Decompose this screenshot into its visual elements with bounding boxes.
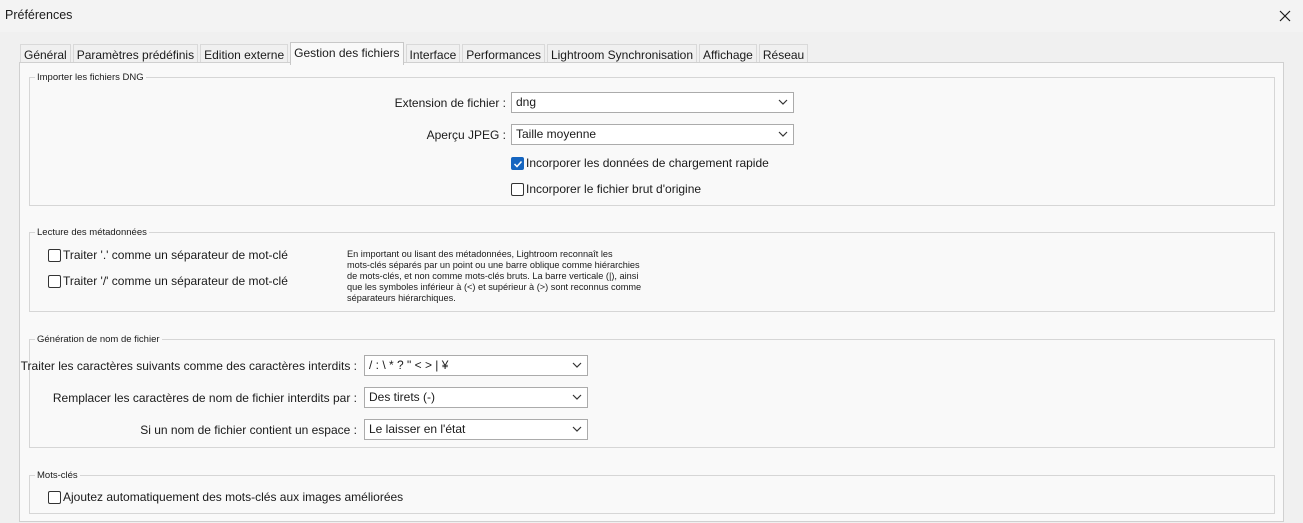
auto-keywords-checkbox[interactable]: Ajoutez automatiquement des mots-clés au… <box>48 490 403 504</box>
checkbox-unchecked[interactable] <box>48 248 61 262</box>
title-bar: Préférences <box>0 0 1303 32</box>
space-handling-label: Si un nom de fichier contient un espace … <box>140 423 357 437</box>
jpeg-preview-value: Taille moyenne <box>516 127 597 141</box>
file-extension-value: dng <box>516 95 537 109</box>
embed-raw-checkbox[interactable]: Incorporer le fichier brut d'origine <box>511 182 701 196</box>
chevron-down-icon <box>572 362 582 368</box>
filename-group-label: Génération de nom de fichier <box>35 334 162 346</box>
chevron-down-icon <box>778 99 788 105</box>
replace-chars-select[interactable]: Des tirets (-) <box>364 387 588 408</box>
window-title: Préférences <box>5 8 73 22</box>
file-handling-panel: Importer les fichiers DNG Extension de f… <box>19 62 1284 522</box>
tab-file-handling[interactable]: Gestion des fichiers <box>290 42 404 65</box>
slash-separator-label: Traiter '/' comme un séparateur de mot-c… <box>63 274 288 288</box>
embed-raw-label: Incorporer le fichier brut d'origine <box>526 182 702 196</box>
replace-chars-label: Remplacer les caractères de nom de fichi… <box>52 391 357 405</box>
fast-load-label: Incorporer les données de chargement rap… <box>526 156 769 170</box>
close-icon <box>1279 10 1291 22</box>
checkbox-checked[interactable] <box>511 156 524 170</box>
space-handling-select[interactable]: Le laisser en l'état <box>364 419 588 440</box>
space-handling-value: Le laisser en l'état <box>369 422 466 436</box>
illegal-chars-value: / : \ * ? " < > | ¥ <box>369 358 449 372</box>
checkbox-unchecked[interactable] <box>48 490 61 504</box>
description-line: de mots-clés, et non comme mots-clés bru… <box>347 271 639 281</box>
tab-strip: Général Paramètres prédéfinis Edition ex… <box>20 42 810 65</box>
description-line: séparateurs hiérarchiques. <box>347 293 456 303</box>
keywords-group-label: Mots-clés <box>35 470 80 482</box>
checkmark-icon <box>513 160 523 168</box>
description-line: que les symboles inférieur à (<) et supé… <box>347 282 642 292</box>
dot-separator-checkbox[interactable]: Traiter '.' comme un séparateur de mot-c… <box>48 248 288 262</box>
jpeg-preview-label: Aperçu JPEG : <box>426 128 506 142</box>
auto-keywords-label: Ajoutez automatiquement des mots-clés au… <box>63 490 404 504</box>
metadata-group-label: Lecture des métadonnées <box>35 227 149 239</box>
checkbox-unchecked[interactable] <box>48 274 61 288</box>
illegal-chars-select[interactable]: / : \ * ? " < > | ¥ <box>364 355 588 376</box>
checkbox-unchecked[interactable] <box>511 182 524 196</box>
replace-chars-value: Des tirets (-) <box>369 390 435 404</box>
slash-separator-checkbox[interactable]: Traiter '/' comme un séparateur de mot-c… <box>48 274 288 288</box>
description-line: En important ou lisant des métadonnées, … <box>347 249 613 259</box>
dng-group-label: Importer les fichiers DNG <box>35 72 146 84</box>
dot-separator-label: Traiter '.' comme un séparateur de mot-c… <box>63 248 288 262</box>
file-extension-select[interactable]: dng <box>511 92 794 113</box>
chevron-down-icon <box>778 131 788 137</box>
chevron-down-icon <box>572 426 582 432</box>
close-button[interactable] <box>1267 0 1303 32</box>
jpeg-preview-select[interactable]: Taille moyenne <box>511 124 794 145</box>
description-line: mots-clés séparés par un point ou une ba… <box>347 260 640 270</box>
chevron-down-icon <box>572 394 582 400</box>
file-extension-label: Extension de fichier : <box>394 96 506 110</box>
metadata-description: En important ou lisant des métadonnées, … <box>347 249 657 304</box>
fast-load-checkbox[interactable]: Incorporer les données de chargement rap… <box>511 156 769 170</box>
illegal-chars-label: Traiter les caractères suivants comme de… <box>20 359 357 373</box>
